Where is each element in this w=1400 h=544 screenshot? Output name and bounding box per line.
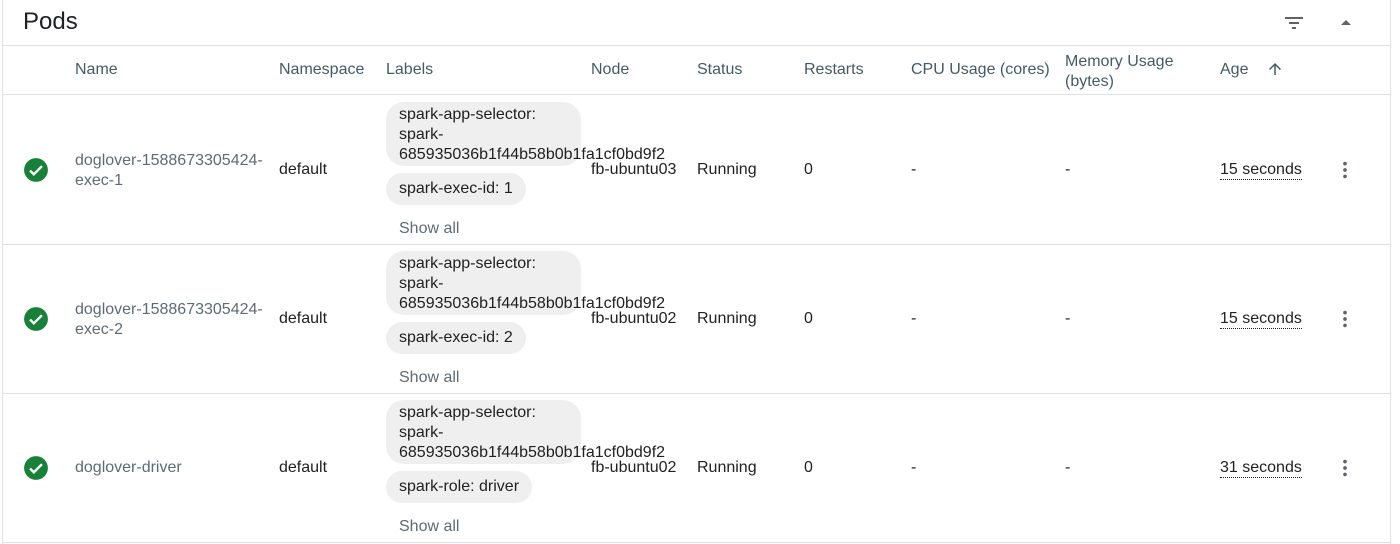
more-actions-button[interactable]: [1334, 154, 1356, 186]
namespace-cell: default: [279, 161, 328, 178]
show-all-labels-button[interactable]: Show all: [399, 368, 459, 388]
more-actions-button[interactable]: [1334, 452, 1356, 484]
collapse-button[interactable]: [1329, 6, 1363, 40]
arrow-upward-icon[interactable]: [1266, 60, 1284, 78]
cpu-cell: -: [911, 459, 917, 476]
restarts-cell: 0: [804, 459, 813, 476]
node-cell: fb-ubuntu02: [591, 459, 677, 476]
column-header-status[interactable]: Status: [697, 60, 742, 80]
pod-name-link[interactable]: doglover-1588673305424-exec-2: [75, 300, 265, 340]
filter-icon: [1285, 17, 1303, 29]
status-cell: Running: [697, 459, 757, 476]
table-row: doglover-1588673305424-exec-2 default sp…: [3, 245, 1390, 394]
age-cell: 31 seconds: [1220, 459, 1302, 478]
status-cell: Running: [697, 161, 757, 178]
column-header-restarts[interactable]: Restarts: [804, 60, 864, 80]
column-header-labels: Labels: [386, 61, 434, 78]
table-row: doglover-1588673305424-exec-1 default sp…: [3, 96, 1390, 245]
node-cell: fb-ubuntu03: [591, 161, 677, 178]
column-header-age[interactable]: Age: [1220, 60, 1248, 80]
label-chip: spark-role: driver: [386, 471, 533, 503]
namespace-cell: default: [279, 459, 328, 476]
pod-name-link[interactable]: doglover-1588673305424-exec-1: [75, 151, 265, 191]
pod-name-link[interactable]: doglover-driver: [75, 458, 265, 478]
card-title: Pods: [23, 8, 78, 35]
check-circle-icon: [24, 456, 48, 480]
label-chip: spark-app-selector: spark-685935036b1f44…: [386, 102, 665, 166]
check-circle-icon: [24, 307, 48, 331]
more-vert-icon: [1343, 310, 1347, 328]
memory-cell: -: [1065, 310, 1071, 327]
restarts-cell: 0: [804, 310, 813, 327]
column-header-cpu[interactable]: CPU Usage (cores): [911, 60, 1050, 80]
age-cell: 15 seconds: [1220, 161, 1302, 180]
table-header: Name Namespace Labels Node Status Restar…: [3, 47, 1390, 95]
memory-cell: -: [1065, 459, 1071, 476]
column-header-node[interactable]: Node: [591, 60, 629, 80]
age-cell: 15 seconds: [1220, 310, 1302, 329]
pods-card: Pods Name Namespace Labels Node Status R…: [2, 0, 1391, 544]
filter-button[interactable]: [1277, 6, 1311, 40]
column-header-memory[interactable]: Memory Usage (bytes): [1065, 52, 1173, 92]
namespace-cell: default: [279, 310, 328, 327]
more-actions-button[interactable]: [1334, 303, 1356, 335]
restarts-cell: 0: [804, 161, 813, 178]
label-chip: spark-app-selector: spark-685935036b1f44…: [386, 251, 665, 315]
node-cell: fb-ubuntu02: [591, 310, 677, 327]
show-all-labels-button[interactable]: Show all: [399, 219, 459, 239]
label-chip: spark-app-selector: spark-685935036b1f44…: [386, 400, 665, 464]
label-chip: spark-exec-id: 1: [386, 173, 526, 205]
check-circle-icon: [24, 158, 48, 182]
show-all-labels-button[interactable]: Show all: [399, 517, 459, 537]
more-vert-icon: [1343, 459, 1347, 477]
table-row: doglover-driver default spark-app-select…: [3, 394, 1390, 543]
arrow-drop-up-icon: [1341, 20, 1351, 25]
column-header-memory-line2: (bytes): [1065, 73, 1114, 90]
card-header: Pods: [3, 0, 1390, 46]
column-header-name[interactable]: Name: [75, 60, 118, 80]
column-header-namespace[interactable]: Namespace: [279, 60, 364, 80]
label-chip: spark-exec-id: 2: [386, 322, 526, 354]
cpu-cell: -: [911, 161, 917, 178]
memory-cell: -: [1065, 161, 1071, 178]
column-header-memory-line1: Memory Usage: [1065, 53, 1174, 70]
status-cell: Running: [697, 310, 757, 327]
more-vert-icon: [1343, 161, 1347, 179]
cpu-cell: -: [911, 310, 917, 327]
